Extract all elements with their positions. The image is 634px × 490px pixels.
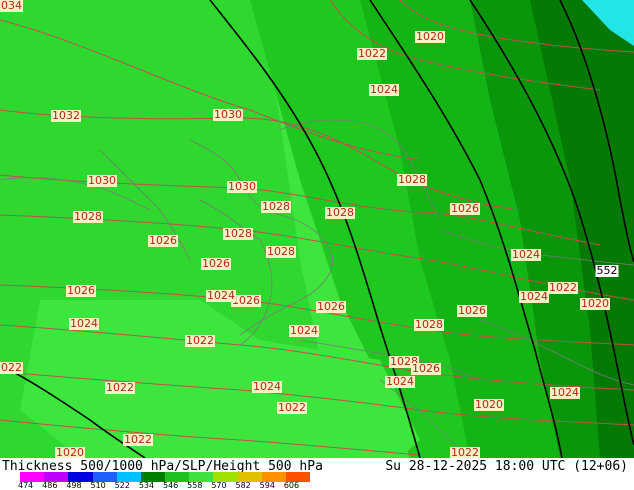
isobar-label: 1022 <box>357 47 387 60</box>
isobar-label: 1028 <box>414 318 444 331</box>
isobar-label: 1024 <box>69 317 99 330</box>
isobar-label: 1020 <box>580 297 610 310</box>
valid-time: Su 28-12-2025 18:00 UTC (12+06) <box>385 459 628 474</box>
legend-tick-label: 594 <box>259 481 275 490</box>
height-label: 552 <box>595 264 619 277</box>
isobar-label: 1028 <box>397 173 427 186</box>
isobar-label: 1028 <box>325 206 355 219</box>
isobar-label: 1024 <box>369 83 399 96</box>
isobar-label: 1032 <box>51 109 81 122</box>
isobar-label: 1028 <box>261 200 291 213</box>
isobar-label: 1028 <box>73 210 103 223</box>
isobar-label: 1028 <box>266 245 296 258</box>
isobar-label: 1020 <box>55 446 85 458</box>
isobar-label: 1026 <box>201 257 231 270</box>
isobar-label: 1028 <box>223 227 253 240</box>
legend-tick-label: 510 <box>90 481 106 490</box>
isobar-label: 1026 <box>457 304 487 317</box>
legend-tick-label: 474 <box>18 481 34 490</box>
isobar-label: 1026 <box>450 202 480 215</box>
legend-tick-label: 570 <box>211 481 227 490</box>
isobar-label: 1026 <box>411 362 441 375</box>
isobar-label: 1022 <box>548 281 578 294</box>
legend-tick-label: 534 <box>138 481 155 490</box>
isobar-label: 1022 <box>450 446 480 458</box>
isobar-label: 1030 <box>87 174 117 187</box>
isobar-label: 1020 <box>474 398 504 411</box>
isobar-label: 1024 <box>206 289 236 302</box>
isobar-label: 1030 <box>227 180 257 193</box>
legend-tick-label: 558 <box>187 481 203 490</box>
isobar-label: 1022 <box>123 433 153 446</box>
map-canvas <box>0 0 634 458</box>
legend-tick-label: 582 <box>235 481 251 490</box>
legend-ticks: 474 486 498 510 522 534 546 558 570 582 594 606 <box>18 481 320 490</box>
isobar-label: 1024 <box>519 290 549 303</box>
legend-tick-label: 486 <box>42 481 58 490</box>
isobar-label: 1024 <box>289 324 319 337</box>
isobar-label: 1034 <box>0 0 23 12</box>
legend-tick-label: 606 <box>283 481 300 490</box>
legend-tick-label: 522 <box>114 481 130 490</box>
isobar-label: 1026 <box>316 300 346 313</box>
isobar-label: 1022 <box>277 401 307 414</box>
isobar-label: 1026 <box>66 284 96 297</box>
weather-map: 1034 1032 1030 1030 1030 1028 1028 1028 … <box>0 0 634 458</box>
isobar-label: 1024 <box>550 386 580 399</box>
isobar-label: 1022 <box>0 362 23 374</box>
isobar-label: 1030 <box>213 108 243 121</box>
isobar-label: 1024 <box>252 380 282 393</box>
legend-tick-label: 498 <box>66 481 82 490</box>
legend-tick-label: 546 <box>163 481 179 490</box>
isobar-label: 1022 <box>185 334 215 347</box>
isobar-label: 1022 <box>105 381 135 394</box>
isobar-label: 1026 <box>148 234 178 247</box>
isobar-label: 1024 <box>385 375 415 388</box>
isobar-label: 1024 <box>511 248 541 261</box>
isobar-label: 1020 <box>415 30 445 43</box>
